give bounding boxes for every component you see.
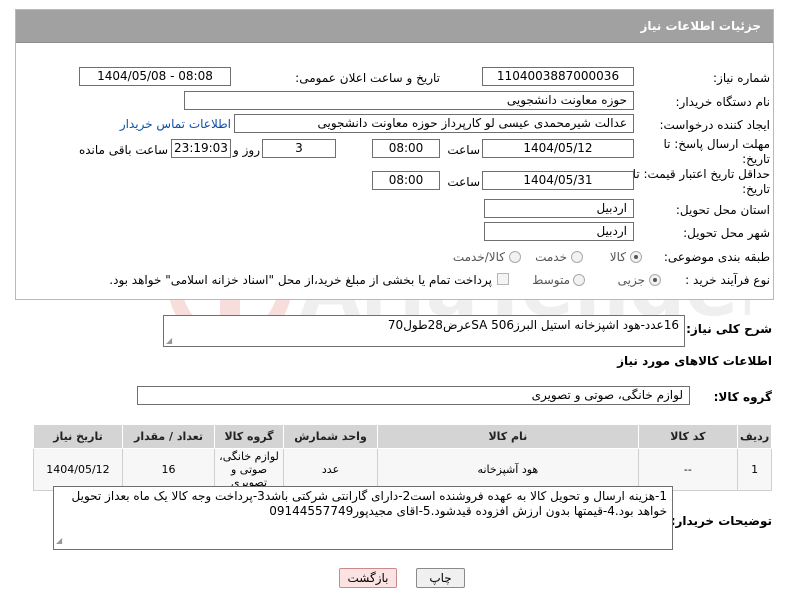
category-goods-label: کالا	[609, 250, 626, 264]
cell-row: 1	[737, 448, 772, 491]
col-name: نام کالا	[377, 424, 639, 449]
treasury-payment-note: پرداخت تمام یا بخشی از مبلغ خرید،از محل …	[109, 273, 492, 287]
table-header-row: ردیف کد کالا نام کالا واحد شمارش گروه کا…	[33, 424, 772, 449]
cell-date: 1404/05/12	[33, 448, 123, 491]
announce-field: 1404/05/08 - 08:08	[79, 67, 231, 86]
validity-label: حداقل تاریخ اعتبار قیمت: تا تاریخ:	[632, 167, 770, 196]
panel-title: جزئیات اطلاعات نیاز	[16, 10, 773, 43]
col-date: تاریخ نیاز	[33, 424, 123, 449]
category-both-label: کالا/خدمت	[452, 250, 505, 264]
process-label: نوع فرآیند خرید :	[685, 273, 770, 287]
cell-group: لوازم خانگی، صوتی و تصویری	[214, 448, 284, 491]
reply-time-label: ساعت	[447, 143, 480, 157]
remaining-time-field: 23:19:03	[171, 139, 231, 158]
resize-handle-icon: ◢	[56, 536, 63, 545]
need-number-label: شماره نیاز:	[713, 71, 770, 85]
reply-date-field: 1404/05/12	[482, 139, 634, 158]
days-label: روز و	[233, 143, 260, 157]
goods-group-label: گروه کالا:	[713, 390, 772, 404]
category-goods-radio[interactable]	[630, 251, 642, 263]
province-label: استان محل تحویل:	[675, 203, 770, 217]
goods-section-title: اطلاعات کالاهای مورد نیاز	[617, 354, 772, 368]
validity-time-label: ساعت	[447, 175, 480, 189]
print-button[interactable]: چاپ	[416, 568, 465, 588]
buyer-org-label: نام دستگاه خریدار:	[675, 95, 771, 109]
province-field: اردبیل	[484, 199, 634, 218]
process-medium-radio[interactable]	[573, 274, 585, 286]
goods-group-field: لوازم خانگی، صوتی و تصویری	[137, 386, 690, 405]
validity-date-field: 1404/05/31	[482, 171, 634, 190]
description-text: 16عدد-هود اشپزخانه استیل البرز506 SAعرض2…	[387, 318, 679, 332]
col-quantity: تعداد / مقدار	[121, 424, 216, 449]
treasury-payment-checkbox[interactable]	[497, 273, 509, 285]
col-code: کد کالا	[637, 424, 739, 449]
buyer-org-field: حوزه معاونت دانشجویی	[184, 91, 634, 110]
cell-code: --	[637, 448, 739, 491]
process-medium-label: متوسط	[532, 273, 570, 287]
process-minor-radio[interactable]	[649, 274, 661, 286]
remaining-label: ساعت باقی مانده	[78, 143, 168, 157]
resize-handle-icon: ◢	[166, 336, 173, 345]
description-textarea[interactable]: 16عدد-هود اشپزخانه استیل البرز506 SAعرض2…	[163, 315, 685, 347]
col-row: ردیف	[737, 424, 772, 449]
city-field: اردبیل	[484, 222, 634, 241]
days-field: 3	[262, 139, 336, 158]
cell-name: هود آشپزخانه	[377, 448, 639, 491]
cell-unit: عدد	[282, 448, 379, 491]
buyer-notes-text: 1-هزینه ارسال و تحویل کالا به عهده فروشن…	[71, 489, 667, 518]
validity-time-field: 08:00	[372, 171, 440, 190]
process-minor-label: جزیی	[617, 273, 645, 287]
requester-field: عدالت شیرمحمدی عیسی لو کارپرداز حوزه معا…	[234, 114, 634, 133]
category-both-radio[interactable]	[509, 251, 521, 263]
cell-quantity: 16	[121, 448, 216, 491]
buyer-notes-label: توضیحات خریدار:	[670, 514, 772, 528]
category-service-label: خدمت	[535, 250, 567, 264]
contact-info-link[interactable]: اطلاعات تماس خریدار	[95, 117, 231, 131]
col-unit: واحد شمارش	[282, 424, 379, 449]
back-button[interactable]: بازگشت	[339, 568, 397, 588]
goods-table: ردیف کد کالا نام کالا واحد شمارش گروه کا…	[33, 424, 772, 491]
category-label: طبقه بندی موضوعی:	[663, 250, 770, 264]
reply-deadline-label: مهلت ارسال پاسخ: تا تاریخ:	[663, 137, 770, 166]
table-row: 1 -- هود آشپزخانه عدد لوازم خانگی، صوتی …	[33, 448, 772, 491]
need-number-field: 1104003887000036	[482, 67, 634, 86]
col-group: گروه کالا	[214, 424, 284, 449]
announce-label: تاریخ و ساعت اعلان عمومی:	[295, 71, 440, 85]
category-service-radio[interactable]	[571, 251, 583, 263]
reply-time-field: 08:00	[372, 139, 440, 158]
buyer-notes-textarea[interactable]: 1-هزینه ارسال و تحویل کالا به عهده فروشن…	[53, 486, 673, 550]
requester-label: ایجاد کننده درخواست:	[659, 118, 770, 132]
description-label: شرح کلی نیاز:	[686, 322, 772, 336]
city-label: شهر محل تحویل:	[683, 226, 770, 240]
